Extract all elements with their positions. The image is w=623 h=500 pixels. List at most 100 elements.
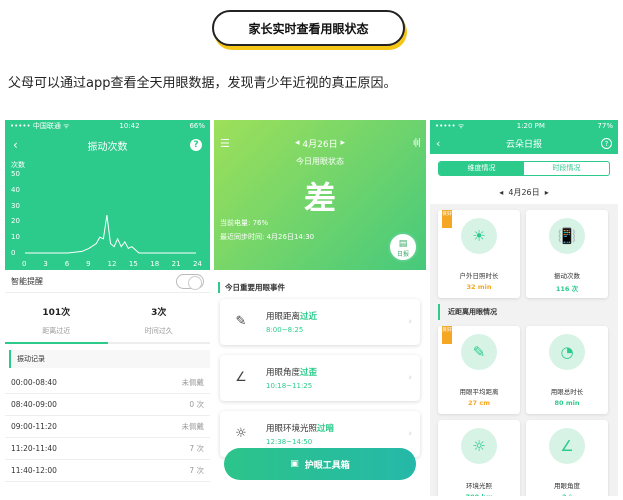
stat-too-close[interactable]: 101次 距离过近: [5, 293, 108, 342]
event-name: 用眼距离: [266, 312, 301, 322]
record-value: 未佩戴: [181, 422, 205, 431]
clock: 10:42: [119, 122, 140, 130]
chevron-right-icon: ›: [408, 317, 412, 327]
record-value: 0 次: [189, 400, 204, 409]
tile-name: 振动次数: [554, 272, 580, 280]
tile-value: 116 次: [555, 285, 579, 293]
screen-title: 云朵日报: [505, 139, 542, 150]
event-title: 用眼距离过近: [266, 310, 317, 322]
eye-toolbox-button[interactable]: ▣ 护眼工具箱: [224, 448, 416, 480]
events-header: 今日重要用眼事件: [218, 282, 422, 293]
tile-name: 用眼角度: [554, 482, 580, 490]
event-text: 用眼环境光照过暗 12:38~14:50: [266, 422, 334, 446]
caption: 父母可以通过app查看全天用眼数据，发现青少年近视的真正原因。: [8, 76, 397, 91]
report-label: 日报: [396, 251, 409, 258]
report-tile[interactable]: 📳 振动次数 116 次: [526, 210, 608, 298]
tab-period[interactable]: 时段情况: [524, 162, 609, 175]
report-icon: ▤: [398, 239, 408, 249]
record-time: 08:40-09:00: [11, 400, 57, 409]
record-value: 7 次: [189, 466, 204, 475]
ruler-icon: ✎: [235, 314, 247, 329]
event-card[interactable]: ✎ 用眼距离过近 8:00~8:25 ›: [220, 299, 420, 345]
report-tile[interactable]: ◔ 用眼总时长 80 min: [526, 326, 608, 414]
clock-icon: ◔: [549, 334, 585, 370]
nav-bar: ‹ 云朵日报 ?: [430, 132, 618, 154]
tile-name: 户外日照时长: [459, 272, 499, 280]
carrier: ••••• ᯤ: [435, 121, 465, 130]
event-status: 过暗: [317, 424, 335, 434]
section-header: 振动记录: [9, 350, 210, 368]
event-title: 用眼角度过歪: [266, 366, 317, 378]
phone-status-screen: ☰ ◂ 4月26日 ▸ ı|ı| 今日用眼状态 差 当前电量: 76% 最近同步…: [214, 120, 426, 496]
event-name: 用眼环境光照: [266, 424, 318, 434]
stats-icon[interactable]: ı|ı|: [413, 138, 421, 148]
record-row[interactable]: 00:00-08:40 未佩戴: [5, 372, 210, 394]
smart-reminder-row: 智能提醒: [5, 270, 210, 292]
menu-icon[interactable]: ☰: [220, 137, 230, 150]
tile-value: 2 °: [526, 493, 608, 496]
stat-value: 3次: [151, 308, 167, 318]
back-icon[interactable]: ‹: [436, 137, 440, 150]
event-text: 用眼角度过歪 10:18~11:25: [266, 366, 317, 390]
record-row[interactable]: 11:20-11:40 7 次: [5, 438, 210, 460]
record-time: 09:00-11:20: [11, 422, 57, 431]
series-line: [25, 215, 196, 254]
flag-badge: 良好: [442, 326, 452, 344]
chevron-right-icon: ›: [408, 373, 412, 383]
battery: 66%: [189, 122, 205, 130]
page-title-pill: 家长实时查看用眼状态: [212, 10, 405, 46]
status-bar: [214, 120, 426, 132]
stat-too-long[interactable]: 3次 时间过久: [108, 293, 211, 342]
record-row[interactable]: 08:40-09:00 0 次: [5, 394, 210, 416]
date-prev-icon[interactable]: ◂: [499, 188, 503, 197]
chevron-right-icon: ›: [408, 429, 412, 439]
help-icon[interactable]: ?: [190, 139, 202, 151]
angle-icon: ∠: [549, 428, 585, 464]
record-time: 11:40-12:00: [11, 466, 57, 475]
sync-info: 最近同步时间: 4月26日14:30: [220, 233, 315, 241]
record-row[interactable]: 11:40-12:00 7 次: [5, 460, 210, 482]
battery: 77%: [597, 122, 613, 130]
help-icon[interactable]: ?: [601, 137, 612, 149]
tab-underline: [5, 342, 108, 344]
record-time: 11:20-11:40: [11, 444, 57, 453]
tile-value: 32 min: [466, 283, 492, 291]
event-title: 用眼环境光照过暗: [266, 422, 334, 434]
tile-value: 80 min: [554, 399, 580, 407]
phone-vibration-screen: ••••• 中国联通 ᯤ 10:42 66% ‹ 振动次数 ? 次数 50 40 3…: [5, 120, 210, 496]
record-row[interactable]: 09:00-11:20 未佩戴: [5, 416, 210, 438]
report-tile[interactable]: 良好 ✎ 用眼平均距离 27 cm: [438, 326, 520, 414]
event-name: 用眼角度: [266, 368, 301, 378]
tile-name: 用眼总时长: [550, 388, 584, 396]
date-prev-icon[interactable]: ◂: [295, 138, 300, 148]
event-card[interactable]: ∠ 用眼角度过歪 10:18~11:25 ›: [220, 355, 420, 401]
event-status: 过歪: [300, 368, 318, 378]
back-icon[interactable]: ‹: [13, 138, 18, 152]
status-bar: ••••• ᯤ 1:20 PM 77%: [430, 120, 618, 132]
event-time: 12:38~14:50: [266, 438, 313, 446]
light-icon: ☼: [235, 426, 247, 441]
light-icon: ☼: [461, 428, 497, 464]
vibration-icon: 📳: [549, 218, 585, 254]
report-tile[interactable]: 良好 ☀ 户外日照时长 32 min: [438, 210, 520, 298]
sun-icon: ☀: [461, 218, 497, 254]
segment-control: 维度情况 时段情况: [438, 161, 610, 176]
toolbox-icon: ▣: [290, 459, 299, 469]
event-time: 10:18~11:25: [266, 382, 313, 390]
phone-daily-report-screen: ••••• ᯤ 1:20 PM 77% ‹ 云朵日报 ? 维度情况 时段情况 ◂…: [430, 120, 618, 496]
tile-value: 700 lux: [438, 493, 520, 496]
screen-title: 振动次数: [87, 141, 128, 153]
carrier: ••••• 中国联通 ᯤ: [10, 122, 70, 130]
report-tile[interactable]: ☼ 环境光照 700 lux: [438, 420, 520, 496]
date-label: 4月26日: [508, 188, 540, 197]
ruler-icon: ✎: [461, 334, 497, 370]
daily-report-button[interactable]: ▤ 日报: [388, 232, 418, 262]
nav-bar: ☰ ◂ 4月26日 ▸ ı|ı|: [214, 132, 426, 154]
event-status: 过近: [300, 312, 318, 322]
date-next-icon[interactable]: ▸: [340, 138, 345, 148]
date-next-icon[interactable]: ▸: [545, 188, 549, 197]
tab-dimension[interactable]: 维度情况: [439, 162, 524, 175]
report-tile[interactable]: ∠ 用眼角度 2 °: [526, 420, 608, 496]
flag-badge: 良好: [442, 210, 452, 228]
smart-reminder-toggle[interactable]: [176, 273, 204, 290]
